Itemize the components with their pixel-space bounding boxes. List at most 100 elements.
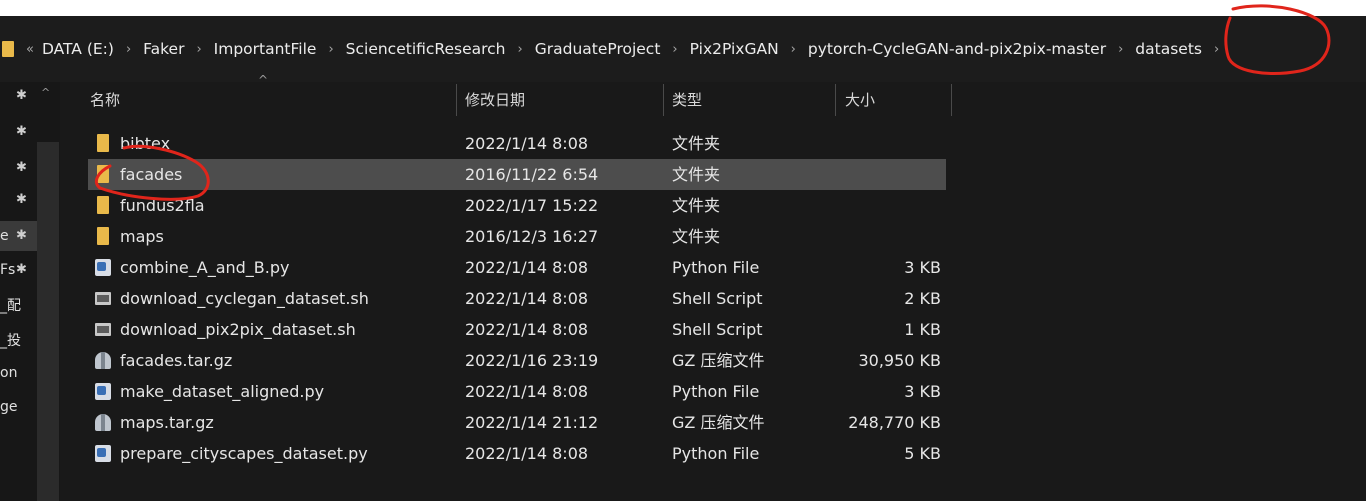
breadcrumb-chevron-icon[interactable]: › — [1118, 42, 1123, 57]
file-size — [828, 190, 941, 221]
breadcrumb-item[interactable]: DATA (E:) — [42, 40, 114, 58]
breadcrumb-chevron-icon[interactable]: › — [196, 42, 201, 57]
file-row[interactable]: bibtex 2022/1/14 8:08 文件夹 — [88, 128, 946, 159]
nav-scrollbar[interactable] — [37, 142, 59, 501]
shell-script-icon — [95, 323, 111, 336]
file-row[interactable]: download_cyclegan_dataset.sh 2022/1/14 8:… — [88, 283, 946, 314]
nav-item-label[interactable]: _配 — [0, 295, 21, 315]
file-size — [828, 128, 941, 159]
breadcrumb-item[interactable]: Pix2PixGAN — [690, 40, 779, 58]
file-row[interactable]: maps.tar.gz 2022/1/14 21:12 GZ 压缩文件 248,770… — [88, 407, 946, 438]
file-name: prepare_cityscapes_dataset.py — [120, 444, 368, 463]
file-row[interactable]: prepare_cityscapes_dataset.py 2022/1/14 8… — [88, 438, 946, 469]
breadcrumb-chevron-icon[interactable]: › — [791, 42, 796, 57]
file-type: Shell Script — [672, 289, 763, 308]
shell-script-icon — [95, 292, 111, 305]
file-type: 文件夹 — [672, 196, 721, 215]
column-header-size[interactable]: 大小 — [845, 82, 875, 118]
file-type: 文件夹 — [672, 227, 721, 246]
breadcrumb-item[interactable]: ImportantFile — [214, 40, 317, 58]
file-row[interactable]: facades 2016/11/22 6:54 文件夹 — [88, 159, 946, 190]
file-row[interactable]: maps 2016/12/3 16:27 文件夹 — [88, 221, 946, 252]
navigation-pane[interactable]: ^ ✱ ✱ ✱ ✱ ✱ ✱ e Fs _配 _投 on ge — [0, 82, 60, 501]
breadcrumb-chevron-icon[interactable]: › — [518, 42, 523, 57]
nav-item-label[interactable]: Fs — [0, 262, 15, 278]
file-date-modified: 2016/12/3 16:27 — [465, 227, 599, 246]
column-divider[interactable] — [663, 84, 664, 116]
file-row[interactable]: fundus2fla 2022/1/17 15:22 文件夹 — [88, 190, 946, 221]
file-size: 3 KB — [904, 258, 941, 277]
python-file-icon — [95, 259, 111, 276]
sort-ascending-icon: ^ — [258, 73, 269, 87]
file-date-modified: 2022/1/14 8:08 — [465, 320, 589, 339]
file-type: Python File — [672, 444, 760, 463]
python-file-icon — [95, 383, 111, 400]
nav-item-label[interactable]: ge — [0, 399, 18, 415]
file-date-modified: 2022/1/17 15:22 — [465, 196, 599, 215]
file-name: combine_A_and_B.py — [120, 258, 290, 277]
pin-icon[interactable]: ✱ — [16, 228, 27, 243]
archive-icon — [95, 352, 111, 369]
file-size: 3 KB — [904, 382, 941, 401]
file-size — [828, 221, 941, 252]
nav-item-label[interactable]: on — [0, 365, 17, 381]
breadcrumb-item[interactable]: pytorch-CycleGAN-and-pix2pix-master — [808, 40, 1106, 58]
column-divider[interactable] — [951, 84, 952, 116]
file-row[interactable]: make_dataset_aligned.py 2022/1/14 8:08 Pyt… — [88, 376, 946, 407]
pin-icon[interactable]: ✱ — [16, 192, 27, 207]
window-top-strip — [0, 0, 1366, 16]
breadcrumb-overflow-button[interactable]: « — [26, 42, 34, 57]
file-date-modified: 2022/1/14 8:08 — [465, 382, 589, 401]
file-name: maps — [120, 227, 164, 246]
file-date-modified: 2022/1/16 23:19 — [465, 351, 599, 370]
pin-icon[interactable]: ✱ — [16, 262, 27, 277]
file-name: facades — [120, 165, 183, 184]
file-type: GZ 压缩文件 — [672, 413, 765, 432]
breadcrumb-item[interactable]: Faker — [143, 40, 184, 58]
folder-icon — [2, 41, 14, 57]
file-name: download_pix2pix_dataset.sh — [120, 320, 356, 339]
archive-icon — [95, 414, 111, 431]
address-bar[interactable]: « DATA (E:) › Faker › ImportantFile › Sciencet… — [0, 16, 1366, 82]
file-type: Python File — [672, 382, 760, 401]
file-size — [828, 159, 941, 190]
column-header-name[interactable]: 名称 — [90, 82, 120, 118]
file-size: 1 KB — [904, 320, 941, 339]
column-header-type[interactable]: 类型 — [672, 82, 702, 118]
breadcrumb-chevron-icon[interactable]: › — [1214, 42, 1219, 57]
pin-icon[interactable]: ✱ — [16, 160, 27, 175]
file-type: GZ 压缩文件 — [672, 351, 765, 370]
python-file-icon — [95, 445, 111, 462]
breadcrumb-chevron-icon[interactable]: › — [126, 42, 131, 57]
column-header-row: ^ 名称 修改日期 类型 大小 — [60, 73, 1366, 118]
file-row[interactable]: download_pix2pix_dataset.sh 2022/1/14 8:0… — [88, 314, 946, 345]
file-row[interactable]: facades.tar.gz 2022/1/16 23:19 GZ 压缩文件 30,9… — [88, 345, 946, 376]
file-size: 30,950 KB — [858, 351, 941, 370]
column-divider[interactable] — [456, 84, 457, 116]
nav-item-label[interactable]: _投 — [0, 330, 21, 350]
breadcrumb-item[interactable]: datasets — [1135, 40, 1202, 58]
file-type: Shell Script — [672, 320, 763, 339]
nav-item-label[interactable]: e — [0, 228, 9, 244]
file-type: 文件夹 — [672, 165, 721, 184]
breadcrumb-chevron-icon[interactable]: › — [328, 42, 333, 57]
file-row[interactable]: combine_A_and_B.py 2022/1/14 8:08 Python F… — [88, 252, 946, 283]
folder-icon — [97, 165, 109, 183]
breadcrumb-item[interactable]: SciencetificResearch — [346, 40, 506, 58]
column-divider[interactable] — [835, 84, 836, 116]
file-date-modified: 2022/1/14 21:12 — [465, 413, 599, 432]
breadcrumb-chevron-icon[interactable]: › — [672, 42, 677, 57]
pin-icon[interactable]: ✱ — [16, 124, 27, 139]
pin-icon[interactable]: ✱ — [16, 88, 27, 103]
file-name: fundus2fla — [120, 196, 205, 215]
folder-icon — [97, 134, 109, 152]
file-type: Python File — [672, 258, 760, 277]
file-name: maps.tar.gz — [120, 413, 214, 432]
file-name: bibtex — [120, 134, 171, 153]
file-name: download_cyclegan_dataset.sh — [120, 289, 369, 308]
file-date-modified: 2022/1/14 8:08 — [465, 258, 589, 277]
breadcrumb-item[interactable]: GraduateProject — [535, 40, 661, 58]
nav-scroll-up-arrow-icon[interactable]: ^ — [41, 86, 50, 99]
column-header-date[interactable]: 修改日期 — [465, 82, 525, 118]
file-type: 文件夹 — [672, 134, 721, 153]
